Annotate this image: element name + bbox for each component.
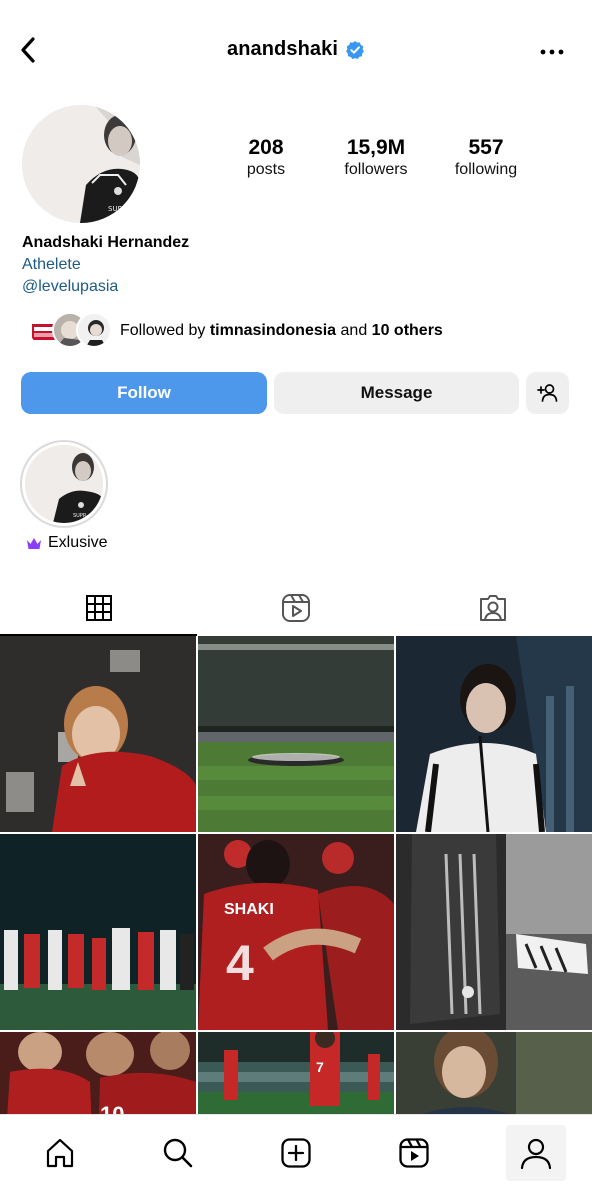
reels-icon (399, 1138, 429, 1168)
posts-grid: SHAKI 4 10 (0, 636, 592, 1114)
nav-profile[interactable] (506, 1125, 566, 1181)
story-highlight[interactable]: SUPR (20, 440, 108, 528)
svg-text:4: 4 (226, 935, 254, 991)
followed-by-prefix: Followed by (120, 322, 210, 339)
highlight-cover: SUPR (25, 445, 103, 523)
tagged-user-icon (479, 595, 506, 621)
home-icon (46, 1138, 74, 1168)
tab-grid[interactable] (0, 580, 197, 636)
mutual-avatars (28, 310, 116, 352)
followed-by-others: 10 others (371, 322, 443, 339)
suggested-accounts-button[interactable] (526, 372, 569, 414)
username-title: anandshaki (226, 38, 339, 60)
create-plus-icon (281, 1138, 311, 1168)
posts-label: posts (246, 161, 286, 178)
bottom-navigation (0, 1114, 592, 1200)
followed-by-text: Followed by timnasindonesia and 10 other… (120, 322, 443, 340)
post-thumbnail[interactable] (396, 1032, 592, 1114)
post-thumbnail[interactable] (198, 636, 394, 832)
profile-avatar[interactable]: SUPR (22, 105, 140, 223)
following-stat[interactable]: 557 following (426, 136, 546, 180)
followers-count: 15,9M (346, 136, 406, 159)
top-bar: anandshaki (0, 0, 592, 100)
nav-create[interactable] (266, 1125, 326, 1181)
followers-stat[interactable]: 15,9M followers (316, 136, 436, 180)
reels-icon (281, 594, 310, 622)
profile-stats: 208 posts 15,9M followers 557 following (200, 136, 570, 186)
more-options-button[interactable] (538, 40, 566, 64)
svg-text:SUPR: SUPR (73, 513, 87, 519)
post-thumbnail[interactable] (0, 834, 196, 1030)
follow-button[interactable]: Follow (21, 372, 267, 414)
display-name: Anadshaki Hernandez (22, 234, 190, 251)
posts-stat[interactable]: 208 posts (206, 136, 326, 180)
nav-search[interactable] (148, 1125, 208, 1181)
avatar-photo: SUPR (22, 105, 140, 223)
mutual-avatar-3 (76, 312, 112, 348)
followers-label: followers (344, 161, 408, 178)
profile-icon (520, 1138, 552, 1170)
svg-text:SHAKI: SHAKI (224, 901, 274, 918)
more-horizontal-icon (540, 49, 564, 55)
category-label: Athelete (22, 256, 81, 273)
following-label: following (454, 161, 518, 178)
highlight-label-text: Exlusive (48, 534, 108, 551)
grid-icon (85, 595, 112, 621)
followed-by-and: and (336, 322, 372, 339)
username-header: anandshaki (0, 38, 592, 61)
tab-tagged[interactable] (394, 580, 591, 636)
add-person-icon (536, 384, 557, 402)
post-thumbnail[interactable]: 7 (198, 1032, 394, 1114)
following-count: 557 (468, 136, 504, 159)
post-thumbnail[interactable]: SHAKI 4 (198, 834, 394, 1030)
followed-by-row[interactable]: Followed by timnasindonesia and 10 other… (28, 310, 568, 352)
svg-text:7: 7 (316, 1059, 324, 1075)
message-button[interactable]: Message (274, 372, 519, 414)
crown-icon (27, 537, 41, 549)
posts-count: 208 (248, 136, 284, 159)
post-thumbnail[interactable] (396, 834, 592, 1030)
tab-reels[interactable] (197, 580, 394, 636)
post-thumbnail[interactable] (396, 636, 592, 832)
nav-reels[interactable] (384, 1125, 444, 1181)
bio-mention-link[interactable]: @levelupasia (22, 276, 562, 298)
svg-text:SUPR: SUPR (108, 205, 127, 213)
post-thumbnail[interactable]: 10 (0, 1032, 196, 1114)
svg-text:10: 10 (100, 1102, 124, 1114)
profile-bio: Anadshaki Hernandez Athelete @levelupasi… (22, 232, 562, 298)
post-thumbnail[interactable] (0, 636, 196, 832)
nav-home[interactable] (30, 1125, 90, 1181)
verified-badge-icon (346, 40, 364, 59)
highlight-label[interactable]: Exlusive (26, 534, 108, 552)
search-icon (163, 1138, 193, 1168)
followed-by-account: timnasindonesia (209, 322, 337, 339)
profile-tabs (0, 580, 592, 636)
